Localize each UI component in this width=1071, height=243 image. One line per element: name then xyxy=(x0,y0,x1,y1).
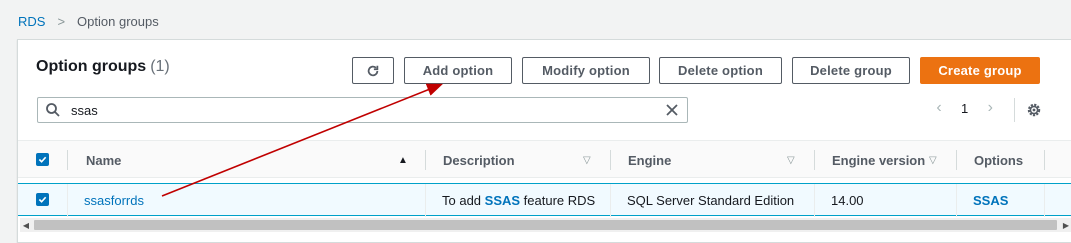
option-groups-panel: Option groups (1) Add option Modify optio… xyxy=(17,39,1071,243)
previous-page-icon[interactable]: ‹ xyxy=(932,99,946,116)
column-divider xyxy=(425,150,426,170)
column-header-name[interactable]: Name xyxy=(86,141,121,179)
table-header: Name ▲ Description ▽ Engine ▽ Engine ver… xyxy=(18,140,1071,178)
delete-group-button[interactable]: Delete group xyxy=(792,57,910,84)
row-checkbox[interactable] xyxy=(36,193,49,206)
breadcrumb-current: Option groups xyxy=(77,14,159,29)
title-count: (1) xyxy=(150,58,170,75)
column-header-description[interactable]: Description xyxy=(443,141,515,179)
column-divider xyxy=(814,150,815,170)
search-input[interactable]: ssas xyxy=(37,97,688,123)
description-text: To add xyxy=(442,193,485,208)
next-page-icon[interactable]: › xyxy=(983,99,997,116)
description-text-suffix: feature RDS xyxy=(520,193,596,208)
title-text: Option groups xyxy=(36,58,147,75)
delete-option-button[interactable]: Delete option xyxy=(659,57,782,84)
cell-divider xyxy=(1044,184,1045,217)
cell-engine: SQL Server Standard Edition xyxy=(627,193,795,208)
search-icon xyxy=(46,103,60,117)
options-link[interactable]: SSAS xyxy=(973,193,1008,208)
sort-icon[interactable]: ▽ xyxy=(787,155,795,166)
refresh-button[interactable] xyxy=(352,57,394,84)
column-divider xyxy=(956,150,957,170)
column-divider xyxy=(1044,150,1045,170)
page-title: Option groups (1) xyxy=(36,58,170,76)
cell-options: SSAS xyxy=(973,184,1008,217)
scroll-left-icon[interactable]: ◀ xyxy=(20,218,32,232)
sort-icon[interactable]: ▽ xyxy=(929,155,937,166)
modify-option-button[interactable]: Modify option xyxy=(522,57,650,84)
checkmark-icon xyxy=(38,156,47,163)
cell-description: To add SSAS feature RDS xyxy=(442,184,595,217)
refresh-icon xyxy=(367,65,379,76)
gear-icon[interactable] xyxy=(1026,102,1042,118)
column-header-options[interactable]: Options xyxy=(974,141,1023,179)
select-all-checkbox[interactable] xyxy=(36,153,49,166)
cell-engine-version: 14.00 xyxy=(831,193,864,208)
column-divider xyxy=(610,150,611,170)
option-group-name-link[interactable]: ssasforrds xyxy=(84,193,144,208)
create-group-button[interactable]: Create group xyxy=(920,57,1040,84)
cell-divider xyxy=(425,184,426,217)
page-number[interactable]: 1 xyxy=(961,101,968,116)
pagination: ‹ 1 › xyxy=(932,99,997,116)
scroll-right-icon[interactable]: ▶ xyxy=(1060,218,1071,232)
checkmark-icon xyxy=(38,196,47,203)
horizontal-scrollbar[interactable]: ◀ ▶ xyxy=(20,218,1071,232)
scrollbar-thumb[interactable] xyxy=(34,220,1057,230)
cell-divider xyxy=(67,184,68,217)
cell-divider xyxy=(814,184,815,217)
sort-icon[interactable]: ▽ xyxy=(583,155,591,166)
breadcrumb-rds-link[interactable]: RDS xyxy=(18,14,45,29)
close-icon[interactable] xyxy=(665,103,679,117)
add-option-button[interactable]: Add option xyxy=(404,57,512,84)
column-header-engine-version[interactable]: Engine version xyxy=(832,141,925,179)
cell-divider xyxy=(956,184,957,217)
breadcrumb-separator: > xyxy=(57,14,66,29)
description-highlight: SSAS xyxy=(484,193,521,208)
column-header-engine[interactable]: Engine xyxy=(628,141,671,179)
cell-name: ssasforrds xyxy=(84,184,144,217)
pager-divider xyxy=(1014,98,1015,122)
table-row[interactable]: ssasforrds To add SSAS feature RDS SQL S… xyxy=(18,183,1071,217)
cell-divider xyxy=(610,184,611,217)
search-value: ssas xyxy=(71,102,98,118)
breadcrumb: RDS > Option groups xyxy=(18,14,159,29)
sort-ascending-icon[interactable]: ▲ xyxy=(398,155,408,166)
column-divider xyxy=(67,150,68,170)
